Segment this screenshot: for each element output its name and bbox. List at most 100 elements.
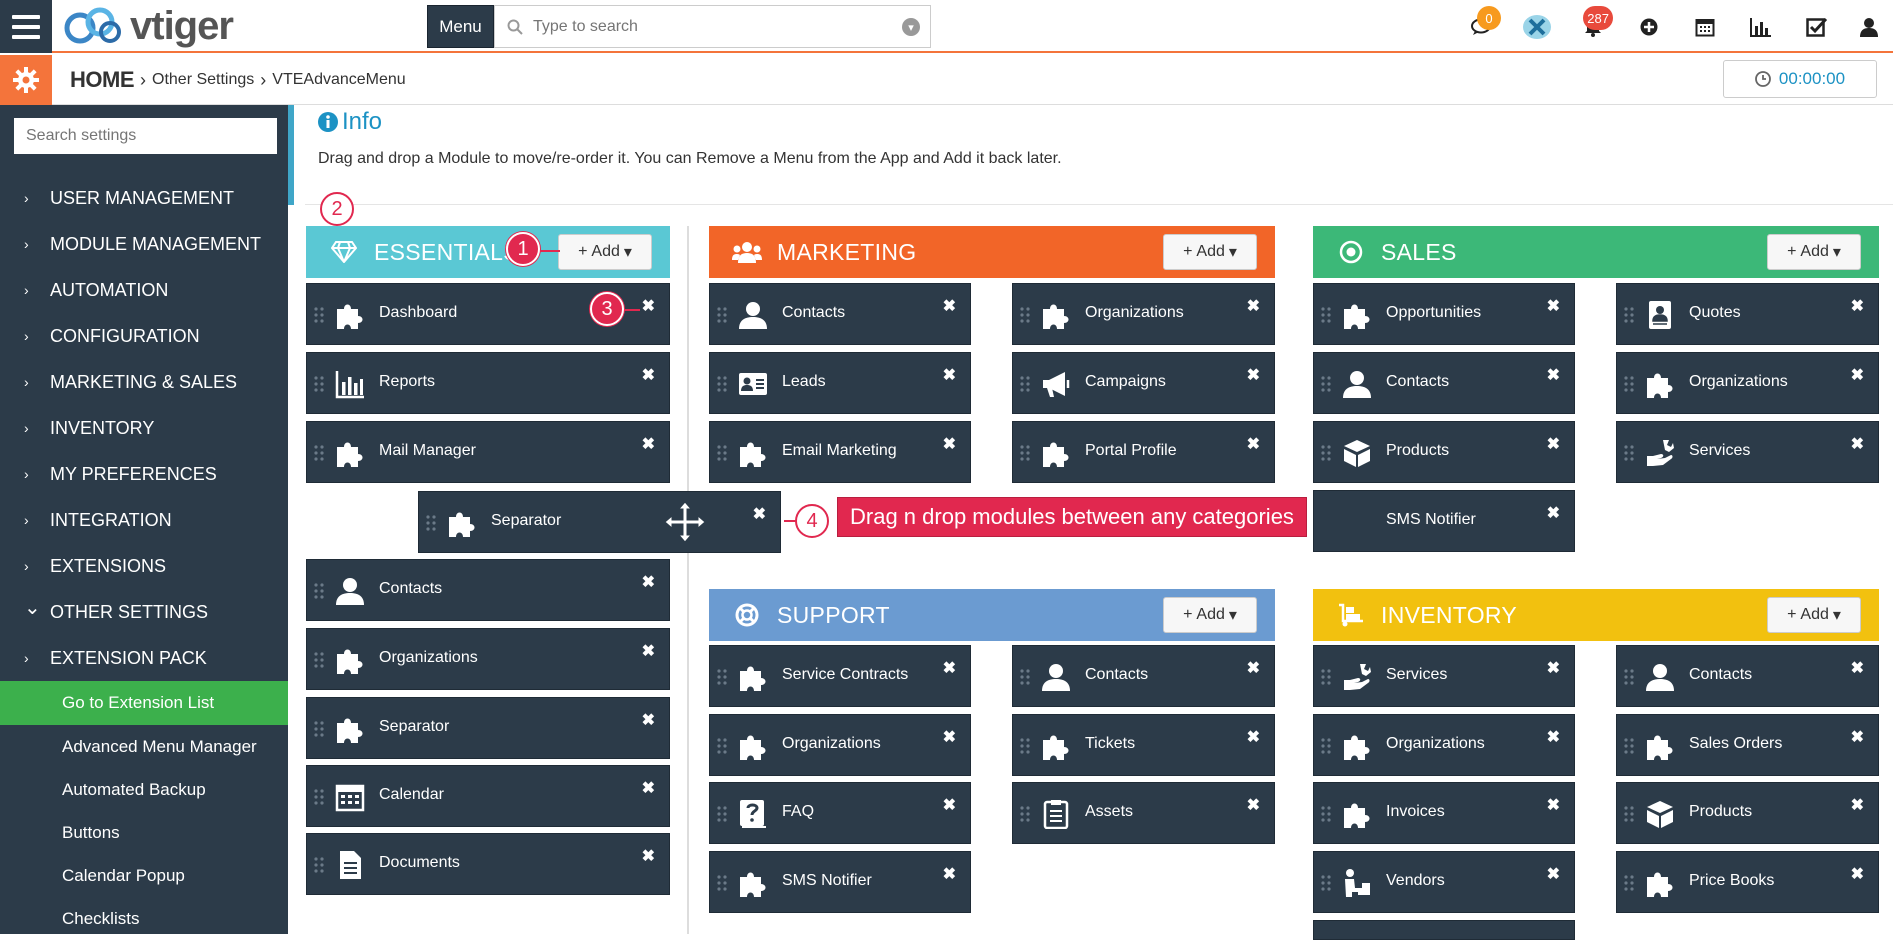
remove-icon[interactable]: ✖ <box>1247 795 1260 815</box>
sidebar-item-automation[interactable]: › AUTOMATION <box>0 267 288 313</box>
remove-icon[interactable]: ✖ <box>642 846 655 866</box>
module-tile-sales-orders[interactable]: Sales Orders ✖ <box>1616 714 1879 776</box>
drag-handle-icon[interactable] <box>1623 668 1635 686</box>
breadcrumb-home[interactable]: HOME <box>70 67 135 93</box>
drag-handle-icon[interactable] <box>1019 737 1031 755</box>
drag-handle-icon[interactable] <box>1623 737 1635 755</box>
drag-handle-icon[interactable] <box>1623 375 1635 393</box>
remove-icon[interactable]: ✖ <box>943 434 956 454</box>
drag-handle-icon[interactable] <box>313 375 325 393</box>
drag-handle-icon[interactable] <box>716 668 728 686</box>
drag-handle-icon[interactable] <box>1320 375 1332 393</box>
remove-icon[interactable]: ✖ <box>1547 503 1560 523</box>
module-tile-organizations[interactable]: Organizations ✖ <box>1616 352 1879 414</box>
category-header-support[interactable]: SUPPORT + Add ▾ <box>709 589 1275 641</box>
remove-icon[interactable]: ✖ <box>1851 795 1864 815</box>
module-tile-opportunities[interactable]: Opportunities ✖ <box>1313 283 1575 345</box>
vtiger-logo[interactable]: vtiger <box>62 4 234 48</box>
sidebar-sub-calendar-popup[interactable]: Calendar Popup <box>0 854 288 897</box>
remove-icon[interactable]: ✖ <box>1851 864 1864 884</box>
quick-create-icon[interactable] <box>1621 0 1677 53</box>
remove-icon[interactable]: ✖ <box>943 658 956 678</box>
drag-handle-icon[interactable] <box>716 805 728 823</box>
global-search-input[interactable] <box>533 17 893 36</box>
drag-handle-icon[interactable] <box>1320 306 1332 324</box>
module-tile-campaigns[interactable]: Campaigns ✖ <box>1012 352 1275 414</box>
module-tile-services[interactable]: Services ✖ <box>1313 645 1575 707</box>
category-header-marketing[interactable]: MARKETING + Add ▾ <box>709 226 1275 278</box>
module-tile-organizations[interactable]: Organizations ✖ <box>1012 283 1275 345</box>
remove-icon[interactable]: ✖ <box>1547 864 1560 884</box>
drag-handle-icon[interactable] <box>313 788 325 806</box>
module-tile-faq[interactable]: FAQ ✖ <box>709 782 971 844</box>
add-menu-button-marketing[interactable]: + Add ▾ <box>1163 234 1257 270</box>
add-menu-button-sales[interactable]: + Add ▾ <box>1767 234 1861 270</box>
sidebar-sub-advanced-menu-manager[interactable]: Advanced Menu Manager <box>0 725 288 768</box>
drag-handle-icon[interactable] <box>1320 737 1332 755</box>
module-tile-organizations[interactable]: Organizations ✖ <box>1313 714 1575 776</box>
global-search[interactable]: ▾ <box>494 5 931 48</box>
module-tile-sms-notifier[interactable]: SMS Notifier ✖ <box>1313 490 1575 552</box>
remove-icon[interactable]: ✖ <box>943 795 956 815</box>
remove-icon[interactable]: ✖ <box>753 504 766 524</box>
sidebar-item-extensions[interactable]: › EXTENSIONS <box>0 543 288 589</box>
module-tile-products[interactable]: Products ✖ <box>1313 421 1575 483</box>
drag-handle-icon[interactable] <box>716 375 728 393</box>
user-profile-icon[interactable] <box>1845 0 1893 53</box>
remove-icon[interactable]: ✖ <box>1851 434 1864 454</box>
tasks-checkbox-icon[interactable] <box>1789 0 1845 53</box>
remove-icon[interactable]: ✖ <box>1547 658 1560 678</box>
remove-icon[interactable]: ✖ <box>642 365 655 385</box>
remove-icon[interactable]: ✖ <box>1247 434 1260 454</box>
drag-handle-icon[interactable] <box>1623 874 1635 892</box>
drag-handle-icon[interactable] <box>716 306 728 324</box>
module-tile-products[interactable]: Products ✖ <box>1616 782 1879 844</box>
drag-handle-icon[interactable] <box>313 720 325 738</box>
module-tile-quotes[interactable]: Quotes ✖ <box>1616 283 1879 345</box>
drag-handle-icon[interactable] <box>425 514 437 532</box>
remove-icon[interactable]: ✖ <box>1851 727 1864 747</box>
sidebar-sub-go-to-extension-list[interactable]: Go to Extension List <box>0 681 288 725</box>
remove-icon[interactable]: ✖ <box>943 727 956 747</box>
remove-icon[interactable]: ✖ <box>1247 658 1260 678</box>
sidebar-item-other-settings[interactable]: ⌄ OTHER SETTINGS <box>0 589 288 635</box>
remove-icon[interactable]: ✖ <box>642 434 655 454</box>
drag-handle-icon[interactable] <box>1320 805 1332 823</box>
remove-icon[interactable]: ✖ <box>943 864 956 884</box>
drag-handle-icon[interactable] <box>1623 805 1635 823</box>
remove-icon[interactable]: ✖ <box>642 778 655 798</box>
remove-icon[interactable]: ✖ <box>1851 296 1864 316</box>
module-tile-sms-notifier[interactable]: SMS Notifier ✖ <box>709 851 971 913</box>
remove-icon[interactable]: ✖ <box>1851 365 1864 385</box>
settings-search-input[interactable] <box>14 118 277 154</box>
module-tile-mail-manager[interactable]: Mail Manager ✖ <box>306 421 670 483</box>
module-tile-services[interactable]: Services ✖ <box>1616 421 1879 483</box>
module-tile-invoices[interactable]: Invoices ✖ <box>1313 782 1575 844</box>
module-tile-leads[interactable]: Leads ✖ <box>709 352 971 414</box>
module-tile-service-contracts[interactable]: Service Contracts ✖ <box>709 645 971 707</box>
remove-icon[interactable]: ✖ <box>1547 296 1560 316</box>
module-tile-partial[interactable] <box>1313 920 1575 940</box>
drag-handle-icon[interactable] <box>1019 306 1031 324</box>
remove-icon[interactable]: ✖ <box>1247 365 1260 385</box>
sidebar-sub-automated-backup[interactable]: Automated Backup <box>0 768 288 811</box>
sidebar-sub-buttons[interactable]: Buttons <box>0 811 288 854</box>
drag-handle-icon[interactable] <box>1320 874 1332 892</box>
drag-handle-icon[interactable] <box>1019 668 1031 686</box>
sidebar-item-inventory[interactable]: › INVENTORY <box>0 405 288 451</box>
add-menu-button-inventory[interactable]: + Add ▾ <box>1767 597 1861 633</box>
module-tile-vendors[interactable]: Vendors ✖ <box>1313 851 1575 913</box>
module-tile-reports[interactable]: Reports ✖ <box>306 352 670 414</box>
category-header-sales[interactable]: SALES + Add ▾ <box>1313 226 1879 278</box>
chat-icon[interactable]: 0 <box>1453 0 1509 53</box>
notification-bell-icon[interactable]: 287 <box>1565 0 1621 53</box>
remove-icon[interactable]: ✖ <box>1547 795 1560 815</box>
module-tile-organizations[interactable]: Organizations ✖ <box>709 714 971 776</box>
settings-gear-icon[interactable] <box>0 55 52 105</box>
module-tile-assets[interactable]: Assets ✖ <box>1012 782 1275 844</box>
category-header-inventory[interactable]: INVENTORY + Add ▾ <box>1313 589 1879 641</box>
module-tile-contacts[interactable]: Contacts ✖ <box>1313 352 1575 414</box>
drag-handle-icon[interactable] <box>1019 375 1031 393</box>
sidebar-item-configuration[interactable]: › CONFIGURATION <box>0 313 288 359</box>
module-tile-contacts[interactable]: Contacts ✖ <box>709 283 971 345</box>
